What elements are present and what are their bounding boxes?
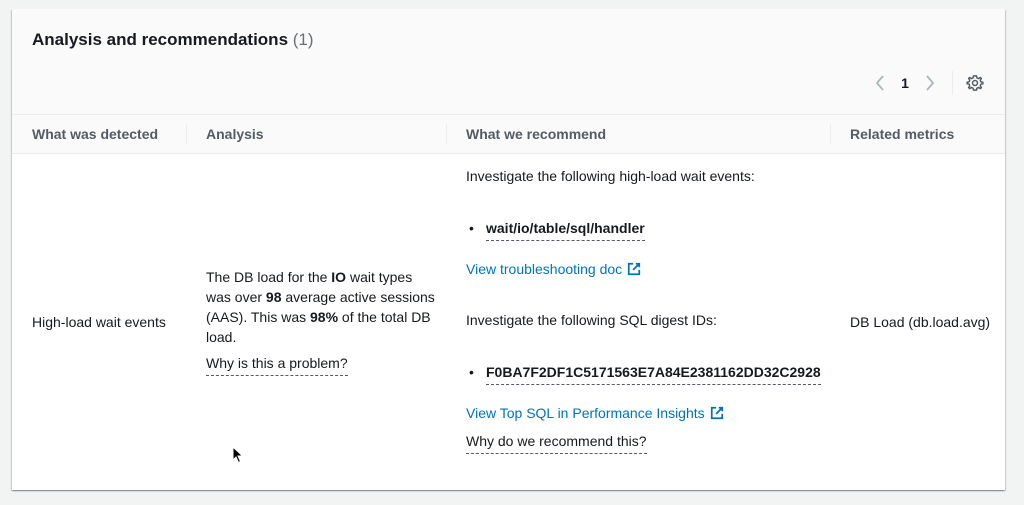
- troubleshooting-doc-link[interactable]: View troubleshooting doc: [466, 259, 641, 279]
- sql-digest-item: • F0BA7F2DF1C5171563E7A84E2381162DD32C29…: [466, 362, 826, 385]
- sql-digest-popover[interactable]: F0BA7F2DF1C5171563E7A84E2381162DD32C2928: [486, 362, 821, 385]
- column-resizer[interactable]: [830, 124, 831, 144]
- column-header-related-metrics[interactable]: Related metrics: [850, 115, 954, 153]
- analysis-text: The DB load for the IO wait types was ov…: [206, 267, 436, 347]
- panel-header: Analysis and recommendations (1) 1: [12, 9, 1005, 114]
- analysis-recommendations-panel: Analysis and recommendations (1) 1 What …: [12, 9, 1005, 490]
- panel-title: Analysis and recommendations (1): [32, 30, 314, 50]
- top-sql-link-text: View Top SQL in Performance Insights: [466, 405, 705, 421]
- wait-event-popover[interactable]: wait/io/table/sql/handler: [486, 218, 645, 241]
- column-header-recommend[interactable]: What we recommend: [466, 115, 606, 153]
- chevron-right-icon: [926, 75, 935, 91]
- analysis-cell: The DB load for the IO wait types was ov…: [206, 267, 436, 376]
- preferences-button[interactable]: [965, 73, 985, 93]
- next-page-button[interactable]: [920, 73, 940, 93]
- troubleshooting-doc-link-text: View troubleshooting doc: [466, 261, 623, 277]
- table-header: What was detected Analysis What we recom…: [12, 114, 1005, 154]
- why-recommend-popover[interactable]: Why do we recommend this?: [466, 431, 647, 454]
- external-link-icon: [710, 406, 723, 420]
- detected-cell: High-load wait events: [32, 314, 166, 330]
- column-resizer[interactable]: [446, 124, 447, 144]
- analysis-text-part: The DB load for the: [206, 269, 332, 285]
- bullet: •: [469, 220, 474, 236]
- related-metrics-cell[interactable]: DB Load (db.load.avg): [850, 312, 990, 332]
- pagination: 1: [870, 71, 985, 95]
- panel-count: (1): [292, 30, 314, 49]
- external-link-icon: [628, 262, 641, 276]
- wait-events-intro: Investigate the following high-load wait…: [466, 168, 755, 184]
- previous-page-button[interactable]: [870, 73, 890, 93]
- column-header-detected[interactable]: What was detected: [32, 115, 158, 153]
- why-problem-popover[interactable]: Why is this a problem?: [206, 353, 348, 376]
- top-sql-link[interactable]: View Top SQL in Performance Insights: [466, 403, 724, 423]
- wait-event-item: • wait/io/table/sql/handler: [466, 218, 826, 241]
- panel-title-text: Analysis and recommendations: [32, 30, 289, 49]
- recommendation-cell: Investigate the following high-load wait…: [466, 166, 826, 454]
- analysis-aas-value: 98: [265, 289, 282, 305]
- column-header-analysis[interactable]: Analysis: [206, 115, 264, 153]
- mouse-pointer-icon: [232, 446, 244, 464]
- page-number-button[interactable]: 1: [890, 75, 920, 91]
- sql-digest-intro: Investigate the following SQL digest IDs…: [466, 312, 717, 328]
- chevron-left-icon: [875, 75, 884, 91]
- bullet: •: [469, 364, 474, 380]
- analysis-wait-type: IO: [331, 269, 347, 285]
- analysis-percent-value: 98%: [310, 309, 339, 325]
- gear-icon: [966, 75, 984, 91]
- pager-divider: [952, 71, 953, 95]
- column-resizer[interactable]: [186, 124, 187, 144]
